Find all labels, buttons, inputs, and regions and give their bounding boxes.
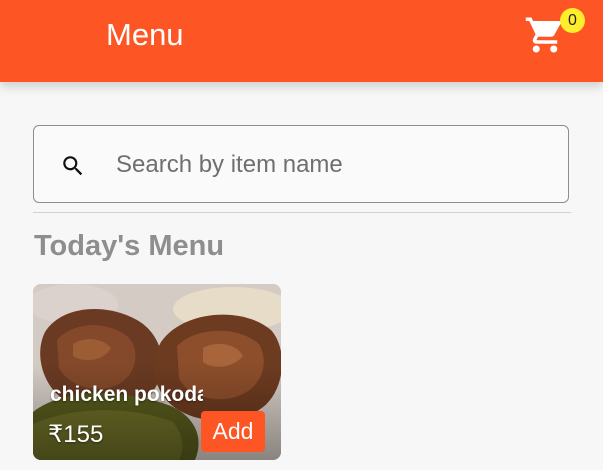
item-price: ₹155 [48,421,104,448]
section-title: Today's Menu [34,230,225,262]
app-bar: Menu 0 [0,0,603,82]
cart-button[interactable]: 0 [524,8,585,58]
add-to-cart-button[interactable]: Add [201,411,265,452]
search-box[interactable] [33,125,569,203]
page-title: Menu [106,17,184,52]
item-name: chicken pokoda [50,383,203,406]
search-input[interactable] [114,146,548,184]
search-icon [63,156,83,176]
divider [33,212,571,213]
cart-count-badge: 0 [560,8,585,33]
menu-item-card[interactable]: chicken pokoda ₹155 Add [33,284,281,460]
